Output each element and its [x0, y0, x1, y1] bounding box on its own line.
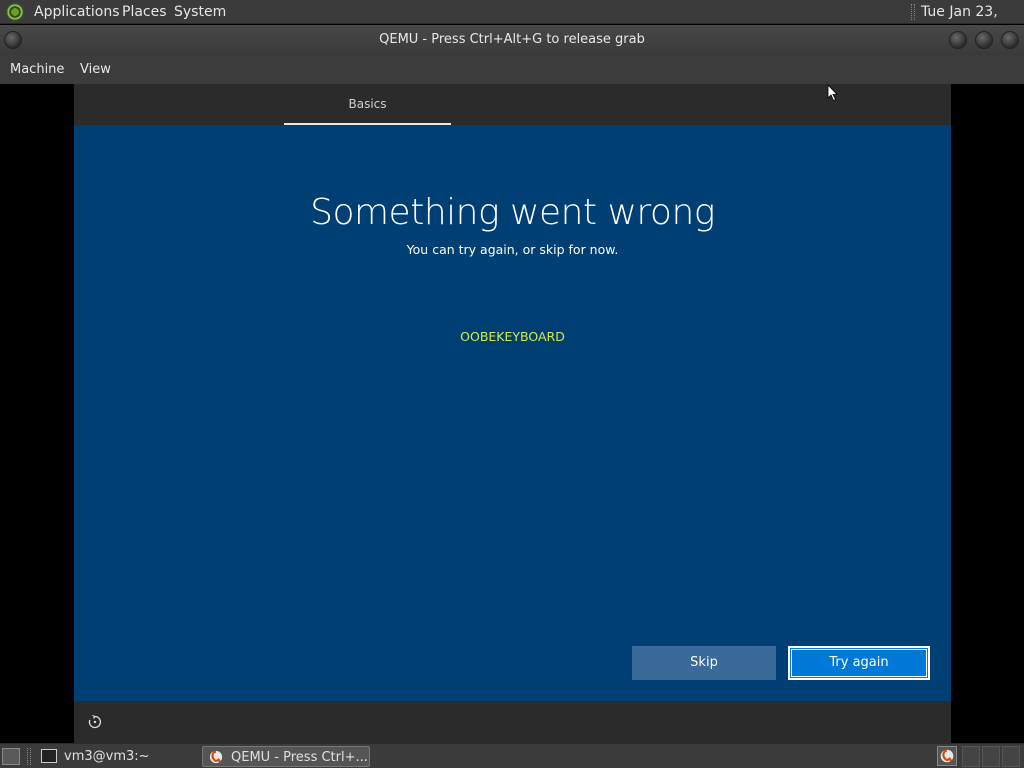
top-panel: Applications Places System Tue Jan 23, 1… — [0, 0, 1024, 44]
try-again-button[interactable]: Try again — [788, 646, 930, 680]
show-desktop-icon[interactable] — [2, 748, 20, 765]
close-button[interactable] — [1001, 31, 1019, 49]
skip-button[interactable]: Skip — [632, 646, 776, 680]
error-code: OOBEKEYBOARD — [460, 329, 565, 344]
menu-machine[interactable]: Machine — [10, 55, 64, 84]
qemu-menubar: Machine View — [0, 55, 1024, 84]
ease-of-access-icon[interactable] — [88, 715, 102, 729]
bottom-panel: vm3@vm3:~ QEMU - Press Ctrl+... — [0, 743, 1024, 768]
maximize-button[interactable] — [975, 31, 993, 49]
tray-qemu-icon[interactable] — [937, 746, 957, 766]
task-terminal-label: vm3@vm3:~ — [64, 749, 150, 764]
task-terminal[interactable]: vm3@vm3:~ — [36, 746, 198, 767]
applications-menu[interactable]: Applications — [34, 0, 120, 24]
system-menu[interactable]: System — [174, 0, 226, 24]
error-title: Something went wrong — [310, 192, 715, 233]
task-qemu-label: QEMU - Press Ctrl+... — [231, 750, 368, 765]
window-title: QEMU - Press Ctrl+Alt+G to release grab — [379, 32, 645, 47]
minimize-button[interactable] — [949, 31, 967, 49]
applications-logo-icon[interactable] — [6, 3, 24, 21]
workspace-2[interactable] — [982, 746, 1000, 767]
places-menu[interactable]: Places — [122, 0, 167, 24]
workspace-3[interactable] — [1002, 746, 1020, 767]
task-qemu[interactable]: QEMU - Press Ctrl+... — [202, 746, 370, 767]
qemu-icon — [209, 750, 223, 764]
clock[interactable]: Tue Jan 23, 12:25 — [921, 0, 1024, 44]
window-titlebar[interactable]: QEMU - Press Ctrl+Alt+G to release grab — [0, 25, 1024, 55]
menu-view[interactable]: View — [80, 55, 111, 84]
vm-display[interactable]: Basics Something went wrong You can try … — [0, 84, 1024, 743]
tab-basics: Basics — [284, 84, 451, 125]
mouse-cursor-icon — [827, 84, 838, 102]
panel-separator — [911, 4, 915, 20]
oobe-header: Basics — [74, 84, 951, 125]
oobe-screen: Basics Something went wrong You can try … — [74, 84, 951, 743]
terminal-icon — [41, 749, 57, 763]
taskbar-separator — [27, 748, 31, 765]
oobe-footer — [74, 701, 951, 743]
workspace-1[interactable] — [962, 746, 980, 767]
error-subtitle: You can try again, or skip for now. — [406, 242, 619, 257]
